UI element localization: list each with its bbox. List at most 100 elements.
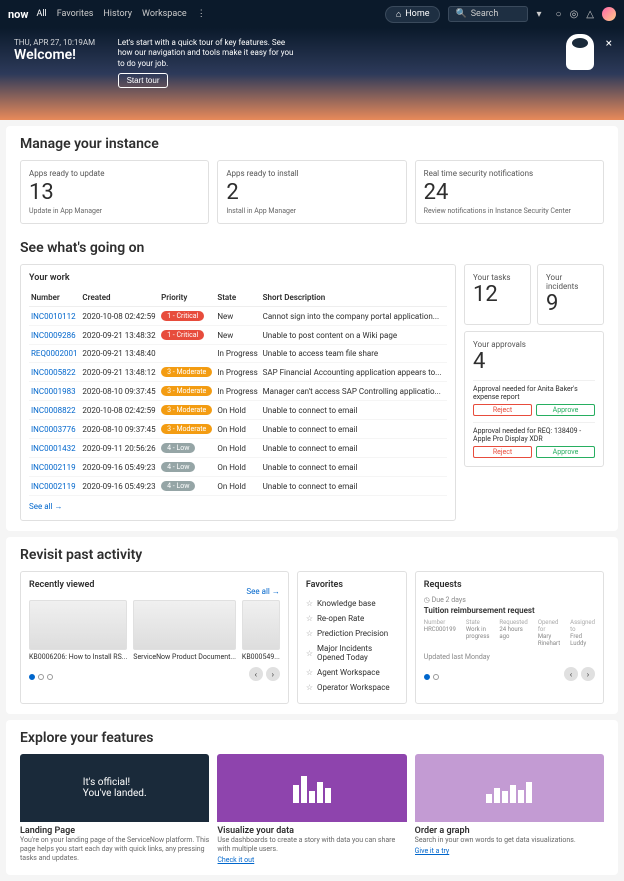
star-icon: ☆ (306, 668, 313, 677)
search-icon: 🔍 (455, 9, 466, 19)
revisit-heading: Revisit past activity (20, 547, 604, 563)
nav-more-icon[interactable]: ⋮ (197, 9, 206, 19)
favorites-panel: Favorites ☆Knowledge base☆Re-open Rate☆P… (297, 571, 407, 704)
favorite-item[interactable]: ☆Major Incidents Opened Today (306, 641, 398, 665)
table-row[interactable]: REQ00020012020-09-21 13:48:40In Progress… (29, 345, 447, 363)
logo: now (8, 8, 28, 21)
see-all-link[interactable]: See all → (29, 502, 62, 511)
table-row[interactable]: INC00021192020-09-16 05:49:234 - LowOn H… (29, 458, 447, 477)
approval-item: Approval needed for Anita Baker's expens… (473, 380, 595, 416)
nav-workspace[interactable]: Workspace (142, 9, 187, 19)
priority-badge: 3 - Moderate (161, 367, 212, 377)
going-heading: See what's going on (20, 240, 604, 256)
feature-link[interactable]: Give it a try (415, 847, 450, 855)
table-row[interactable]: INC00058222020-09-21 13:48:123 - Moderat… (29, 363, 447, 382)
table-row[interactable]: INC00021192020-09-16 05:49:234 - LowOn H… (29, 477, 447, 496)
req-prev-icon[interactable]: ‹ (564, 667, 578, 681)
astronaut-graphic (566, 34, 594, 70)
manage-heading: Manage your instance (20, 136, 604, 152)
star-icon: ☆ (306, 683, 313, 692)
home-icon: ⌂ (396, 9, 401, 20)
next-arrow-icon[interactable]: › (266, 667, 280, 681)
nav-favorites[interactable]: Favorites (57, 9, 94, 19)
star-icon: ☆ (306, 599, 313, 608)
approve-button[interactable]: Approve (536, 404, 595, 416)
work-table: NumberCreatedPriorityStateShort Descript… (29, 289, 447, 496)
recent-item[interactable]: KB000549... (242, 600, 280, 661)
table-row[interactable]: INC00014322020-09-11 20:56:264 - LowOn H… (29, 439, 447, 458)
favorite-item[interactable]: ☆Knowledge base (306, 596, 398, 611)
favorite-item[interactable]: ☆Prediction Precision (306, 626, 398, 641)
avatar[interactable] (602, 7, 616, 21)
ticket-link[interactable]: INC0002119 (31, 482, 76, 491)
ticket-link[interactable]: INC0005822 (31, 368, 76, 377)
stat-card[interactable]: Apps ready to install2Install in App Man… (217, 160, 406, 224)
recent-item[interactable]: ServiceNow Product Document... (133, 600, 236, 661)
feature-card[interactable]: Order a graphSearch in your own words to… (415, 754, 604, 865)
top-icons: ○ ◎ △ (556, 7, 616, 21)
approval-item: Approval needed for REQ: 138409 - Apple … (473, 422, 595, 458)
request-name[interactable]: Tuition reimbursement request (424, 606, 595, 615)
home-pill[interactable]: ⌂Home (385, 6, 441, 23)
ticket-link[interactable]: INC0009286 (31, 331, 76, 340)
ticket-link[interactable]: REQ0002001 (31, 349, 77, 358)
help-icon[interactable]: ◎ (570, 9, 579, 20)
table-row[interactable]: INC00088222020-10-08 02:42:593 - Moderat… (29, 401, 447, 420)
priority-badge: 3 - Moderate (161, 405, 212, 415)
req-dots[interactable] (424, 674, 439, 680)
incidents-card[interactable]: Your incidents 9 (537, 264, 604, 325)
reject-button[interactable]: Reject (473, 446, 532, 458)
table-row[interactable]: INC00101122020-10-08 02:42:591 - Critica… (29, 307, 447, 326)
recently-viewed-panel: Recently viewed See all → KB0006206: How… (20, 571, 289, 704)
reject-button[interactable]: Reject (473, 404, 532, 416)
manage-section: Manage your instance Apps ready to updat… (6, 126, 618, 531)
star-icon: ☆ (306, 629, 313, 638)
favorite-item[interactable]: ☆Operator Workspace (306, 680, 398, 695)
hero-blurb: Let's start with a quick tour of key fea… (118, 38, 298, 69)
stat-card[interactable]: Real time security notifications24Review… (415, 160, 604, 224)
feature-card[interactable]: It's official! You've landed.Landing Pag… (20, 754, 209, 865)
tasks-card[interactable]: Your tasks 12 (464, 264, 531, 325)
hero-title: Welcome! (14, 47, 95, 63)
table-row[interactable]: INC00037762020-08-10 09:37:453 - Moderat… (29, 420, 447, 439)
your-work-title: Your work (29, 273, 447, 283)
prev-arrow-icon[interactable]: ‹ (249, 667, 263, 681)
feature-card[interactable]: Visualize your dataUse dashboards to cre… (217, 754, 406, 865)
search-input[interactable]: 🔍Search (448, 6, 528, 22)
table-row[interactable]: INC00092862020-09-21 13:48:321 - Critica… (29, 326, 447, 345)
ticket-link[interactable]: INC0010112 (31, 312, 76, 321)
bell-icon[interactable]: △ (586, 9, 594, 20)
approve-button[interactable]: Approve (536, 446, 595, 458)
req-next-icon[interactable]: › (581, 667, 595, 681)
feature-link[interactable]: Check it out (217, 856, 254, 864)
topnav: All Favorites History Workspace ⋮ (36, 9, 205, 19)
refresh-icon[interactable]: ○ (556, 9, 562, 20)
start-tour-button[interactable]: Start tour (118, 73, 169, 88)
welcome-banner: × THU, APR 27, 10:19AM Welcome! Let's st… (0, 28, 624, 120)
approvals-card: Your approvals 4 Approval needed for Ani… (464, 331, 604, 467)
requests-panel: Requests ◷ Due 2 days Tuition reimbursem… (415, 571, 604, 704)
recent-see-all[interactable]: See all → (246, 587, 279, 596)
stat-card[interactable]: Apps ready to update13Update in App Mana… (20, 160, 209, 224)
priority-badge: 4 - Low (161, 462, 195, 472)
table-row[interactable]: INC00019832020-08-10 09:37:453 - Moderat… (29, 382, 447, 401)
priority-badge: 3 - Moderate (161, 386, 212, 396)
carousel-dots[interactable] (29, 674, 53, 680)
ticket-link[interactable]: INC0003776 (31, 425, 76, 434)
nav-history[interactable]: History (103, 9, 132, 19)
close-icon[interactable]: × (606, 36, 612, 50)
priority-badge: 3 - Moderate (161, 424, 212, 434)
recent-item[interactable]: KB0006206: How to Install RS... (29, 600, 127, 661)
ticket-link[interactable]: INC0001983 (31, 387, 76, 396)
favorite-item[interactable]: ☆Agent Workspace (306, 665, 398, 680)
search-dropdown-icon[interactable]: ▾ (536, 9, 541, 20)
ticket-link[interactable]: INC0001432 (31, 444, 76, 453)
nav-all[interactable]: All (36, 9, 46, 19)
clock-icon: ◷ (424, 596, 432, 604)
ticket-link[interactable]: INC0002119 (31, 463, 76, 472)
ticket-link[interactable]: INC0008822 (31, 406, 76, 415)
priority-badge: 4 - Low (161, 481, 195, 491)
priority-badge: 1 - Critical (161, 311, 204, 321)
explore-heading: Explore your features (20, 730, 604, 746)
favorite-item[interactable]: ☆Re-open Rate (306, 611, 398, 626)
